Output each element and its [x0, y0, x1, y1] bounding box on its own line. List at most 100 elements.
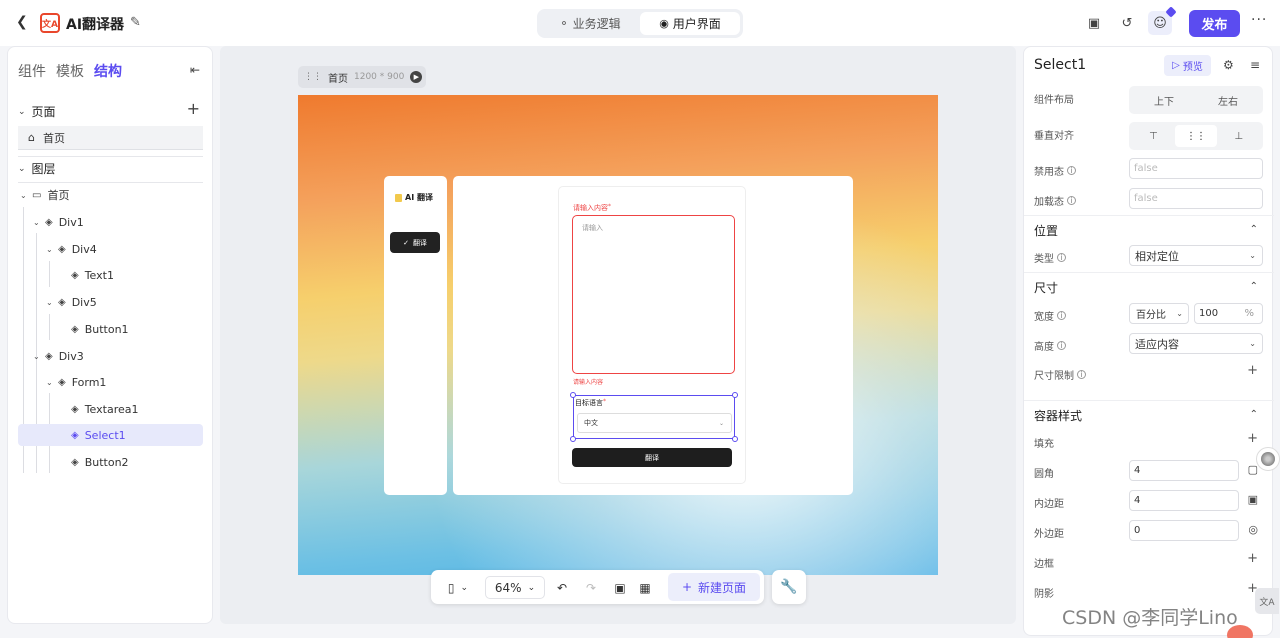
grid-icon[interactable]: ▦: [636, 577, 654, 598]
chevron-up-icon[interactable]: ⌃: [1250, 409, 1258, 420]
undo-icon[interactable]: ↶: [553, 577, 571, 598]
chevron-down-icon[interactable]: ⌄: [46, 245, 58, 254]
pages-section-header[interactable]: ⌄ 页面: [18, 103, 56, 120]
disabled-input[interactable]: false: [1129, 158, 1263, 179]
fit-screen-icon[interactable]: ▣: [611, 577, 629, 598]
info-icon[interactable]: i: [1067, 166, 1076, 175]
height-select[interactable]: 适应内容 ⌄: [1129, 333, 1263, 354]
page-item-home[interactable]: ⌂ 首页: [18, 126, 203, 150]
artboard[interactable]: AI 翻译 ✓ 翻译 请输入内容* 请输入 请输入内容 目标语言* 中文 ⌄ 翻…: [298, 95, 938, 575]
chevron-down-icon[interactable]: ⌄: [33, 218, 45, 227]
preview-submit-button[interactable]: 翻译: [572, 448, 732, 467]
collapse-panel-icon[interactable]: ⇤: [190, 63, 200, 77]
width-input[interactable]: 100 %: [1194, 303, 1263, 324]
pointer-mode-button[interactable]: ▯ ⌄: [441, 577, 475, 598]
loading-input[interactable]: false: [1129, 188, 1263, 209]
preview-form[interactable]: 请输入内容* 请输入 请输入内容 目标语言* 中文 ⌄ 翻译: [558, 186, 746, 484]
chevron-up-icon[interactable]: ⌃: [1250, 281, 1258, 292]
align-bottom-icon[interactable]: ⊥: [1217, 125, 1260, 147]
collaborators-icon[interactable]: ☺: [1148, 6, 1177, 35]
layer-row-button2[interactable]: ◈ Button2: [18, 451, 203, 473]
chevron-down-icon[interactable]: ⌄: [33, 352, 45, 361]
mouse-icon: ▯: [447, 580, 455, 595]
resize-handle[interactable]: [732, 436, 738, 442]
edit-icon[interactable]: ✎: [130, 15, 141, 30]
corner-radius-icon[interactable]: ▢: [1248, 463, 1258, 476]
position-section-title[interactable]: 位置: [1034, 222, 1058, 239]
info-icon[interactable]: i: [1067, 196, 1076, 205]
add-size-limit-icon[interactable]: +: [1247, 363, 1258, 378]
preview-sidebar[interactable]: AI 翻译 ✓ 翻译: [384, 176, 447, 495]
play-icon[interactable]: ▶: [410, 71, 423, 83]
layer-row-form1[interactable]: ⌄ ◈ Form1: [18, 371, 203, 393]
chevron-up-icon[interactable]: ⌃: [1250, 224, 1258, 235]
zoom-select[interactable]: 64% ⌄: [485, 576, 545, 599]
layer-row-div1[interactable]: ⌄ ◈ Div1: [18, 211, 203, 233]
info-icon[interactable]: i: [1077, 370, 1086, 379]
layer-row-text1[interactable]: ◈ Text1: [18, 264, 203, 286]
more-icon[interactable]: ···: [1251, 12, 1267, 28]
import-icon[interactable]: ▣: [1082, 11, 1106, 35]
layout-horizontal-option[interactable]: 左右: [1196, 89, 1260, 111]
layer-row-button1[interactable]: ◈ Button1: [18, 318, 203, 340]
info-icon[interactable]: i: [1057, 253, 1066, 262]
margin-sides-icon[interactable]: ◎: [1248, 523, 1258, 536]
preview-select[interactable]: 中文 ⌄: [577, 413, 732, 433]
container-style-section-title[interactable]: 容器样式: [1034, 407, 1082, 424]
position-type-select[interactable]: 相对定位 ⌄: [1129, 245, 1263, 266]
type-value: 相对定位: [1135, 249, 1179, 263]
add-border-icon[interactable]: +: [1247, 551, 1258, 566]
preview-main[interactable]: 请输入内容* 请输入 请输入内容 目标语言* 中文 ⌄ 翻译: [453, 176, 853, 495]
tab-templates[interactable]: 模板: [56, 61, 84, 81]
radius-input[interactable]: 4: [1129, 460, 1239, 481]
add-page-icon[interactable]: +: [187, 99, 200, 118]
preview-textarea[interactable]: 请输入: [572, 215, 735, 374]
align-middle-icon[interactable]: ⋮⋮: [1174, 125, 1218, 147]
margin-input[interactable]: 0: [1129, 520, 1239, 541]
layer-row-div5[interactable]: ⌄ ◈ Div5: [18, 291, 203, 313]
tab-user-interface[interactable]: ◉ 用户界面: [640, 12, 740, 35]
preview-nav-button[interactable]: ✓ 翻译: [390, 232, 440, 253]
layer-row-textarea1[interactable]: ◈ Textarea1: [18, 398, 203, 420]
align-top-icon[interactable]: ⊤: [1132, 125, 1175, 147]
selected-select-component[interactable]: 目标语言* 中文 ⌄: [570, 392, 738, 442]
floating-avatar-icon[interactable]: [1227, 625, 1253, 638]
assistant-float-icon[interactable]: [1256, 447, 1280, 471]
chevron-down-icon[interactable]: ⌄: [20, 191, 32, 200]
resize-handle[interactable]: [732, 392, 738, 398]
padding-input[interactable]: 4: [1129, 490, 1239, 511]
back-icon[interactable]: ❮: [16, 14, 32, 30]
list-icon[interactable]: ≡: [1250, 58, 1260, 72]
layer-label: Select1: [84, 428, 126, 442]
layer-label: Button2: [84, 455, 129, 469]
artboard-label[interactable]: ⋮⋮ 首页 1200 * 900 ▶: [298, 66, 426, 88]
tab-business-logic[interactable]: ⚬ 业务逻辑: [540, 12, 640, 35]
tab-components[interactable]: 组件: [18, 61, 46, 81]
settings-icon[interactable]: ⚙: [1223, 58, 1234, 72]
chevron-down-icon[interactable]: ⌄: [46, 298, 58, 307]
shadow-label: 阴影: [1034, 589, 1054, 600]
width-unit-select[interactable]: 百分比 ⌄: [1129, 303, 1189, 324]
layer-row-div3[interactable]: ⌄ ◈ Div3: [18, 345, 203, 367]
resize-handle[interactable]: [570, 436, 576, 442]
add-fill-icon[interactable]: +: [1247, 431, 1258, 446]
tab-structure[interactable]: 结构: [94, 61, 122, 81]
publish-button[interactable]: 发布: [1189, 10, 1240, 37]
layer-row-select1[interactable]: ◈ Select1: [18, 424, 203, 446]
history-icon[interactable]: ↺: [1115, 11, 1139, 35]
layer-row-首页[interactable]: ⌄ ▭ 首页: [18, 184, 203, 206]
translate-icon[interactable]: 文A: [1255, 588, 1279, 614]
padding-sides-icon[interactable]: ▣: [1248, 493, 1258, 506]
size-section-title[interactable]: 尺寸: [1034, 279, 1058, 296]
wrench-icon[interactable]: 🔧: [772, 570, 806, 604]
layer-row-div4[interactable]: ⌄ ◈ Div4: [18, 238, 203, 260]
layout-vertical-option[interactable]: 上下: [1132, 89, 1196, 111]
new-page-button[interactable]: + 新建页面: [668, 573, 760, 601]
redo-icon[interactable]: ↷: [582, 577, 600, 598]
preview-button[interactable]: ▷ 预览: [1164, 55, 1211, 76]
layers-section-header[interactable]: ⌄ 图层: [18, 160, 56, 177]
info-icon[interactable]: i: [1057, 341, 1066, 350]
chevron-down-icon[interactable]: ⌄: [46, 378, 58, 387]
info-icon[interactable]: i: [1057, 311, 1066, 320]
drag-handle-icon[interactable]: ⋮⋮: [304, 72, 322, 82]
